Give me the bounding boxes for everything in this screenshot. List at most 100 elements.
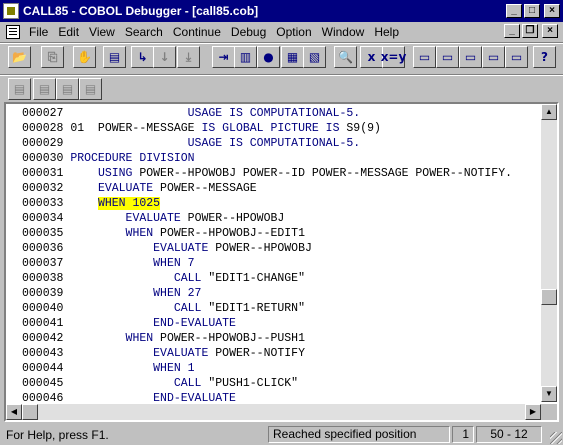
tool2-d-icon: ▤ (84, 82, 97, 96)
doc-close-button[interactable]: × (542, 24, 558, 38)
doc-minimize-button[interactable]: _ (504, 24, 520, 38)
maximize-button[interactable]: □ (524, 4, 540, 18)
line-number: 000035 (22, 227, 64, 240)
line-number: 000045 (22, 377, 64, 390)
modules-button[interactable]: ▧ (303, 46, 326, 68)
document-icon[interactable] (6, 24, 20, 39)
minimize-button[interactable]: _ (506, 4, 522, 18)
resize-grip-icon[interactable] (550, 432, 562, 444)
status-count: 1 (452, 426, 474, 443)
code-text: "PUSH1-CLICK" (201, 377, 299, 390)
tool2-d-button[interactable]: ▤ (79, 78, 102, 100)
code-line[interactable]: 000044 WHEN 1 (22, 361, 195, 376)
run-to-button[interactable]: ⇥ (212, 46, 235, 68)
code-line[interactable]: 000028 01 POWER--MESSAGE IS GLOBAL PICTU… (22, 121, 381, 136)
vertical-scrollbar[interactable]: ▲ ▼ (541, 104, 557, 402)
menu-window[interactable]: Window (317, 25, 370, 39)
scroll-right-icon[interactable]: ▶ (525, 404, 541, 420)
close-button[interactable]: × (544, 4, 560, 18)
code-line[interactable]: 000038 CALL "EDIT1-CHANGE" (22, 271, 305, 286)
animate-button[interactable]: ▥ (234, 46, 257, 68)
code-line[interactable]: 000032 EVALUATE POWER--MESSAGE (22, 181, 257, 196)
step-down-button[interactable]: ⤓ (177, 46, 200, 68)
menu-edit[interactable]: Edit (53, 25, 84, 39)
scroll-down-icon[interactable]: ▼ (541, 386, 557, 402)
watch-button[interactable]: ▦ (281, 46, 304, 68)
menu-search[interactable]: Search (120, 25, 168, 39)
code-keyword: EVALUATE (97, 182, 154, 195)
code-view[interactable]: 000027 USAGE IS COMPUTATIONAL-5. 000028 0… (6, 104, 541, 402)
step-into-button[interactable]: ↳ (131, 46, 154, 68)
horizontal-scrollbar[interactable]: ◀ ▶ (6, 404, 541, 420)
examine-xy-button[interactable]: x=y (380, 46, 407, 68)
window5-button[interactable]: ▭ (505, 46, 528, 68)
window4-button[interactable]: ▭ (482, 46, 505, 68)
code-line[interactable]: 000043 EVALUATE POWER--NOTIFY (22, 346, 305, 361)
code-keyword: USAGE IS COMPUTATIONAL-5. (187, 107, 361, 120)
code-line[interactable]: 000030 PROCEDURE DIVISION (22, 151, 195, 166)
line-number: 000038 (22, 272, 64, 285)
doc-restore-button[interactable]: ❐ (522, 24, 538, 38)
menu-view[interactable]: View (84, 25, 120, 39)
code-line[interactable]: 000042 WHEN POWER--HPOWOBJ--PUSH1 (22, 331, 305, 346)
menu-help[interactable]: Help (369, 25, 404, 39)
window3-button[interactable]: ▭ (459, 46, 482, 68)
tool2-c-button[interactable]: ▤ (56, 78, 79, 100)
code-line[interactable]: 000033 WHEN 1025 (22, 196, 161, 211)
code-line[interactable]: 000027 USAGE IS COMPUTATIONAL-5. (22, 106, 360, 121)
code-line[interactable]: 000031 USING POWER--HPOWOBJ POWER--ID PO… (22, 166, 512, 181)
menu-file[interactable]: File (24, 25, 53, 39)
tool2-a-button[interactable]: ▤ (8, 78, 31, 100)
title-bar[interactable]: CALL85 - COBOL Debugger - [call85.cob] _… (0, 0, 563, 22)
source-editor[interactable]: 000027 USAGE IS COMPUTATIONAL-5. 000028 0… (4, 102, 559, 422)
open-button[interactable]: 📂 (8, 46, 31, 68)
code-line[interactable]: 000045 CALL "PUSH1-CLICK" (22, 376, 298, 391)
menu-debug[interactable]: Debug (226, 25, 271, 39)
cursor-position: 50 - 12 (476, 426, 542, 443)
menu-option[interactable]: Option (271, 25, 316, 39)
breakpoint-button[interactable]: ● (257, 46, 280, 68)
step-over-button[interactable]: ↓ (153, 46, 176, 68)
code-line[interactable]: 000040 CALL "EDIT1-RETURN" (22, 301, 305, 316)
animate-icon: ▥ (239, 50, 252, 64)
examine-xy-icon: x=y (380, 50, 407, 64)
copy-button[interactable]: ⎘ (41, 46, 64, 68)
app-icon[interactable] (3, 3, 19, 19)
watch-icon: ▦ (286, 50, 299, 64)
vertical-scroll-thumb[interactable] (541, 289, 557, 305)
code-line[interactable]: 000039 WHEN 27 (22, 286, 201, 301)
find-button[interactable]: 🔍 (334, 46, 357, 68)
tool2-b-button[interactable]: ▤ (33, 78, 56, 100)
window1-button[interactable]: ▭ (413, 46, 436, 68)
code-line[interactable]: 000036 EVALUATE POWER--HPOWOBJ (22, 241, 312, 256)
horizontal-scroll-thumb[interactable] (22, 404, 38, 420)
line-number: 000046 (22, 392, 64, 402)
examine-x-button[interactable]: x (360, 46, 383, 68)
context-help-button[interactable]: ? (533, 46, 556, 68)
scroll-left-icon[interactable]: ◀ (6, 404, 22, 420)
scroll-up-icon[interactable]: ▲ (541, 104, 557, 120)
code-line[interactable]: 000041 END-EVALUATE (22, 316, 236, 331)
menu-continue[interactable]: Continue (168, 25, 226, 39)
code-line[interactable]: 000046 END-EVALUATE (22, 391, 236, 402)
code-line[interactable]: 000035 WHEN POWER--HPOWOBJ--EDIT1 (22, 226, 305, 241)
step-down-icon: ⤓ (185, 50, 192, 64)
hand-button[interactable]: ✋ (73, 46, 96, 68)
hand-icon: ✋ (77, 50, 92, 64)
window2-button[interactable]: ▭ (436, 46, 459, 68)
tool2-c-icon: ▤ (61, 82, 74, 96)
view-source-button[interactable]: ▤ (103, 46, 126, 68)
code-line[interactable]: 000034 EVALUATE POWER--HPOWOBJ (22, 211, 284, 226)
window3-icon: ▭ (464, 50, 477, 64)
code-text: POWER--MESSAGE (153, 182, 257, 195)
current-statement: WHEN 1025 (97, 197, 161, 210)
code-line[interactable]: 000037 WHEN 7 (22, 256, 195, 271)
code-line[interactable]: 000029 USAGE IS COMPUTATIONAL-5. (22, 136, 360, 151)
